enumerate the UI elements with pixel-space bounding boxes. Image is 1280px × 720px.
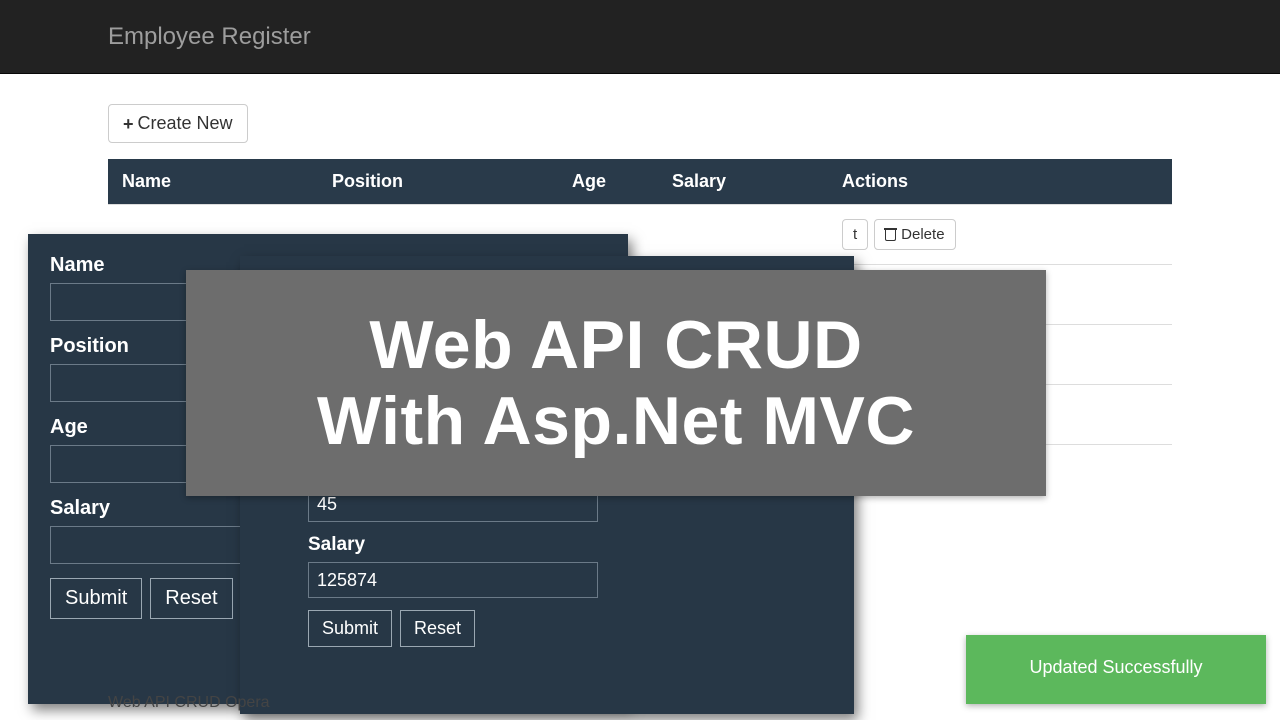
- create-new-button[interactable]: + Create New: [108, 104, 248, 143]
- reset-button[interactable]: Reset: [400, 610, 475, 647]
- trash-icon: [885, 228, 896, 241]
- footer-caption: Web API CRUD Opera: [108, 694, 270, 712]
- overlay-line1: Web API CRUD: [369, 307, 862, 383]
- thumbnail-title-overlay: Web API CRUD With Asp.Net MVC: [186, 270, 1046, 496]
- table-header-row: Name Position Age Salary Actions: [108, 159, 1172, 205]
- toast-message: Updated Successfully: [1029, 657, 1202, 677]
- col-age: Age: [558, 159, 658, 205]
- col-name: Name: [108, 159, 318, 205]
- edit-label: t: [853, 226, 857, 243]
- overlay-line2: With Asp.Net MVC: [317, 383, 915, 459]
- plus-icon: +: [123, 115, 134, 133]
- reset-button[interactable]: Reset: [150, 578, 232, 619]
- col-actions: Actions: [828, 159, 1172, 205]
- salary-input[interactable]: [308, 562, 598, 598]
- submit-button[interactable]: Submit: [50, 578, 142, 619]
- create-new-label: Create New: [138, 113, 233, 134]
- edit-button[interactable]: t: [842, 219, 868, 250]
- app-title: Employee Register: [108, 23, 311, 51]
- navbar: Employee Register: [0, 0, 1280, 74]
- col-position: Position: [318, 159, 558, 205]
- submit-button[interactable]: Submit: [308, 610, 392, 647]
- salary-label: Salary: [308, 534, 832, 556]
- delete-button[interactable]: Delete: [874, 219, 955, 250]
- delete-label: Delete: [901, 226, 944, 243]
- col-salary: Salary: [658, 159, 828, 205]
- success-toast: Updated Successfully: [966, 635, 1266, 704]
